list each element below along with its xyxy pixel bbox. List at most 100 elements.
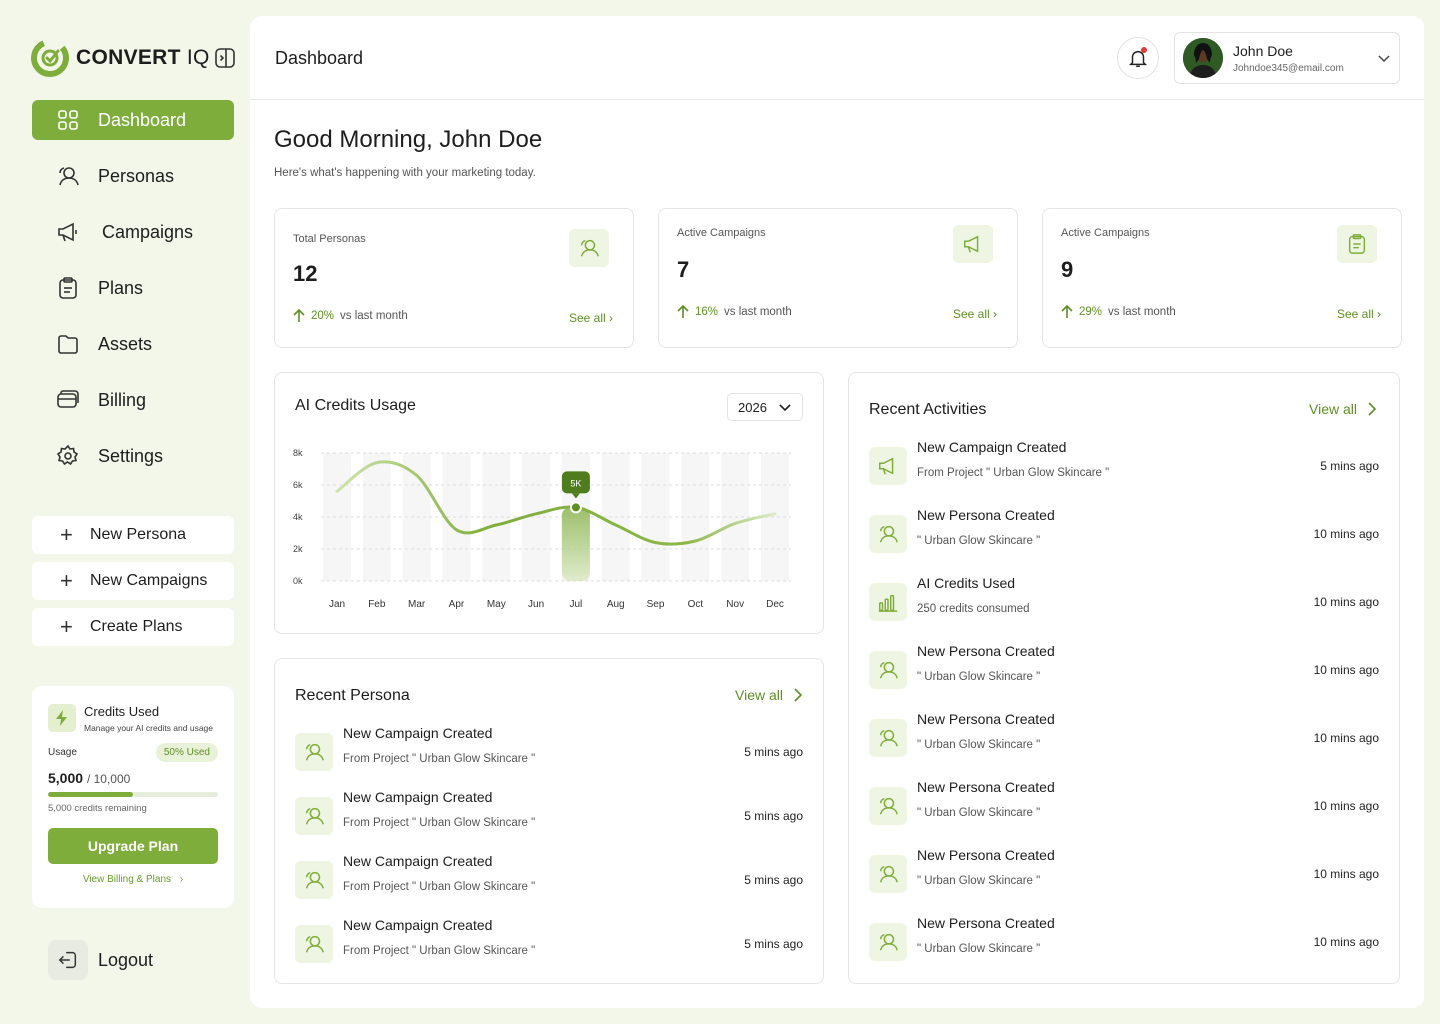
arrow-up-icon bbox=[677, 305, 689, 318]
item-subtitle: From Project " Urban Glow Skincare " bbox=[343, 817, 536, 829]
x-tick-label: Jun bbox=[528, 599, 544, 610]
create-plans-button[interactable]: + Create Plans bbox=[32, 608, 234, 646]
nav-item-personas[interactable]: Personas bbox=[32, 156, 234, 196]
y-tick-label: 4k bbox=[293, 512, 303, 522]
chart-title: AI Credits Usage bbox=[295, 397, 416, 414]
persona-icon bbox=[869, 787, 907, 825]
brand-logo[interactable]: CONVERT IQ bbox=[30, 38, 210, 78]
credits-usage-card: AI Credits Usage 2026 8k 6k 4k 2k 0k 5K Jan Feb… bbox=[274, 372, 824, 634]
list-item[interactable]: New Campaign Created From Project " Urban… bbox=[295, 917, 803, 973]
item-title: New Persona Created bbox=[917, 711, 1055, 727]
arrow-up-icon bbox=[293, 309, 305, 322]
item-title: New Persona Created bbox=[917, 915, 1055, 931]
megaphone-icon bbox=[953, 225, 993, 263]
nav-label: Campaigns bbox=[102, 221, 194, 242]
quick-label: New Campaigns bbox=[90, 572, 208, 589]
item-time: 10 mins ago bbox=[1313, 867, 1379, 881]
nav-label: Personas bbox=[98, 165, 175, 186]
x-tick-label: Jul bbox=[570, 599, 583, 610]
persona-icon bbox=[869, 719, 907, 757]
item-time: 10 mins ago bbox=[1313, 731, 1379, 745]
nav-label: Plans bbox=[98, 277, 144, 298]
nav-item-plans[interactable]: Plans bbox=[32, 268, 234, 308]
persona-icon bbox=[869, 651, 907, 689]
logout-label: Logout bbox=[98, 949, 154, 970]
nav-item-settings[interactable]: Settings bbox=[32, 436, 234, 476]
list-item[interactable]: New Persona Created " Urban Glow Skincare… bbox=[869, 847, 1379, 903]
megaphone-icon bbox=[58, 222, 77, 242]
recent-activities-card: Recent Activities View all New Campaign … bbox=[848, 372, 1400, 984]
list-item[interactable]: New Campaign Created From Project " Urban… bbox=[295, 853, 803, 909]
x-tick-label: Mar bbox=[408, 599, 426, 610]
list-item[interactable]: New Persona Created " Urban Glow Skincare… bbox=[869, 507, 1379, 563]
usage-badge: 50% Used bbox=[155, 743, 218, 762]
notifications-button[interactable] bbox=[1117, 37, 1159, 79]
x-tick-label: Dec bbox=[766, 599, 784, 610]
highlight-bar bbox=[561, 507, 590, 581]
item-subtitle: " Urban Glow Skincare " bbox=[917, 943, 1041, 955]
item-title: New Persona Created bbox=[917, 643, 1055, 659]
user-profile-menu[interactable]: John Doe Johndoe345@email.com bbox=[1174, 32, 1400, 84]
recent-activities-view-all[interactable]: View all bbox=[1309, 401, 1377, 417]
recent-persona-title: Recent Persona bbox=[295, 687, 410, 704]
logout-button[interactable]: Logout bbox=[48, 940, 153, 980]
top-bar: Dashboard John Doe Johndoe345@email.com bbox=[250, 16, 1424, 100]
item-title: New Campaign Created bbox=[343, 917, 493, 933]
main-nav: Dashboard Personas Campaigns Plans Asset… bbox=[32, 100, 234, 492]
usage-progress-bar bbox=[48, 792, 218, 797]
convert-logo-icon bbox=[31, 39, 69, 77]
list-item[interactable]: New Persona Created " Urban Glow Skincare… bbox=[869, 915, 1379, 971]
view-billing-link[interactable]: View Billing & Plans › bbox=[48, 874, 218, 885]
card-icon bbox=[57, 390, 79, 408]
item-title: New Persona Created bbox=[917, 507, 1055, 523]
year-select[interactable]: 2026 bbox=[727, 393, 803, 421]
list-item[interactable]: AI Credits Used 250 credits consumed 10 mi… bbox=[869, 575, 1379, 631]
new-persona-button[interactable]: + New Persona bbox=[32, 516, 234, 554]
recent-activities-title: Recent Activities bbox=[869, 401, 987, 418]
item-subtitle: From Project " Urban Glow Skincare " bbox=[343, 945, 536, 957]
nav-item-billing[interactable]: Billing bbox=[32, 380, 234, 420]
list-item[interactable]: New Persona Created " Urban Glow Skincare… bbox=[869, 643, 1379, 699]
plus-icon: + bbox=[60, 568, 73, 593]
list-item[interactable]: New Persona Created " Urban Glow Skincare… bbox=[869, 779, 1379, 835]
clipboard-icon bbox=[59, 277, 77, 299]
notification-dot bbox=[1141, 47, 1147, 53]
stat-card-personas: Total Personas 12 20% vs last month See a… bbox=[274, 208, 634, 348]
item-subtitle: From Project " Urban Glow Skincare " bbox=[343, 881, 536, 893]
bar-chart-icon bbox=[869, 583, 907, 621]
recent-persona-view-all[interactable]: View all bbox=[735, 687, 803, 703]
chevron-right-icon: › bbox=[179, 874, 184, 885]
persona-icon bbox=[295, 733, 333, 771]
stat-value: 9 bbox=[1061, 257, 1074, 282]
nav-item-campaigns[interactable]: Campaigns bbox=[32, 212, 234, 252]
see-all-link[interactable]: See all › bbox=[569, 311, 613, 325]
item-title: New Persona Created bbox=[917, 779, 1055, 795]
persona-icon bbox=[569, 229, 609, 267]
quick-label: New Persona bbox=[90, 526, 187, 543]
user-email: Johndoe345@email.com bbox=[1233, 62, 1344, 74]
credits-card: Credits Used Manage your AI credits and … bbox=[32, 686, 234, 908]
plus-icon: + bbox=[60, 522, 73, 547]
persona-icon bbox=[869, 923, 907, 961]
new-campaigns-button[interactable]: + New Campaigns bbox=[32, 562, 234, 600]
list-item[interactable]: New Campaign Created From Project " Urban… bbox=[869, 439, 1379, 495]
upgrade-plan-button[interactable]: Upgrade Plan bbox=[48, 828, 218, 864]
nav-label: Assets bbox=[98, 333, 153, 354]
list-item[interactable]: New Campaign Created From Project " Urban… bbox=[295, 789, 803, 845]
item-time: 10 mins ago bbox=[1313, 527, 1379, 541]
see-all-link[interactable]: See all › bbox=[1337, 307, 1381, 321]
page-title: Dashboard bbox=[275, 48, 364, 68]
list-item[interactable]: New Campaign Created From Project " Urban… bbox=[295, 725, 803, 781]
sidebar-collapse-button[interactable] bbox=[213, 46, 237, 70]
list-item[interactable]: New Persona Created " Urban Glow Skincare… bbox=[869, 711, 1379, 767]
stat-label: Total Personas bbox=[293, 233, 366, 245]
grid-icon bbox=[58, 110, 78, 130]
brand-name: CONVERT IQ bbox=[76, 46, 210, 69]
item-time: 5 mins ago bbox=[1320, 459, 1379, 473]
stat-trend: 29% vs last month bbox=[1061, 305, 1176, 319]
see-all-link[interactable]: See all › bbox=[953, 307, 997, 321]
item-time: 10 mins ago bbox=[1313, 663, 1379, 677]
nav-item-dashboard[interactable]: Dashboard bbox=[32, 100, 234, 140]
arrow-up-icon bbox=[1061, 305, 1073, 318]
nav-item-assets[interactable]: Assets bbox=[32, 324, 234, 364]
